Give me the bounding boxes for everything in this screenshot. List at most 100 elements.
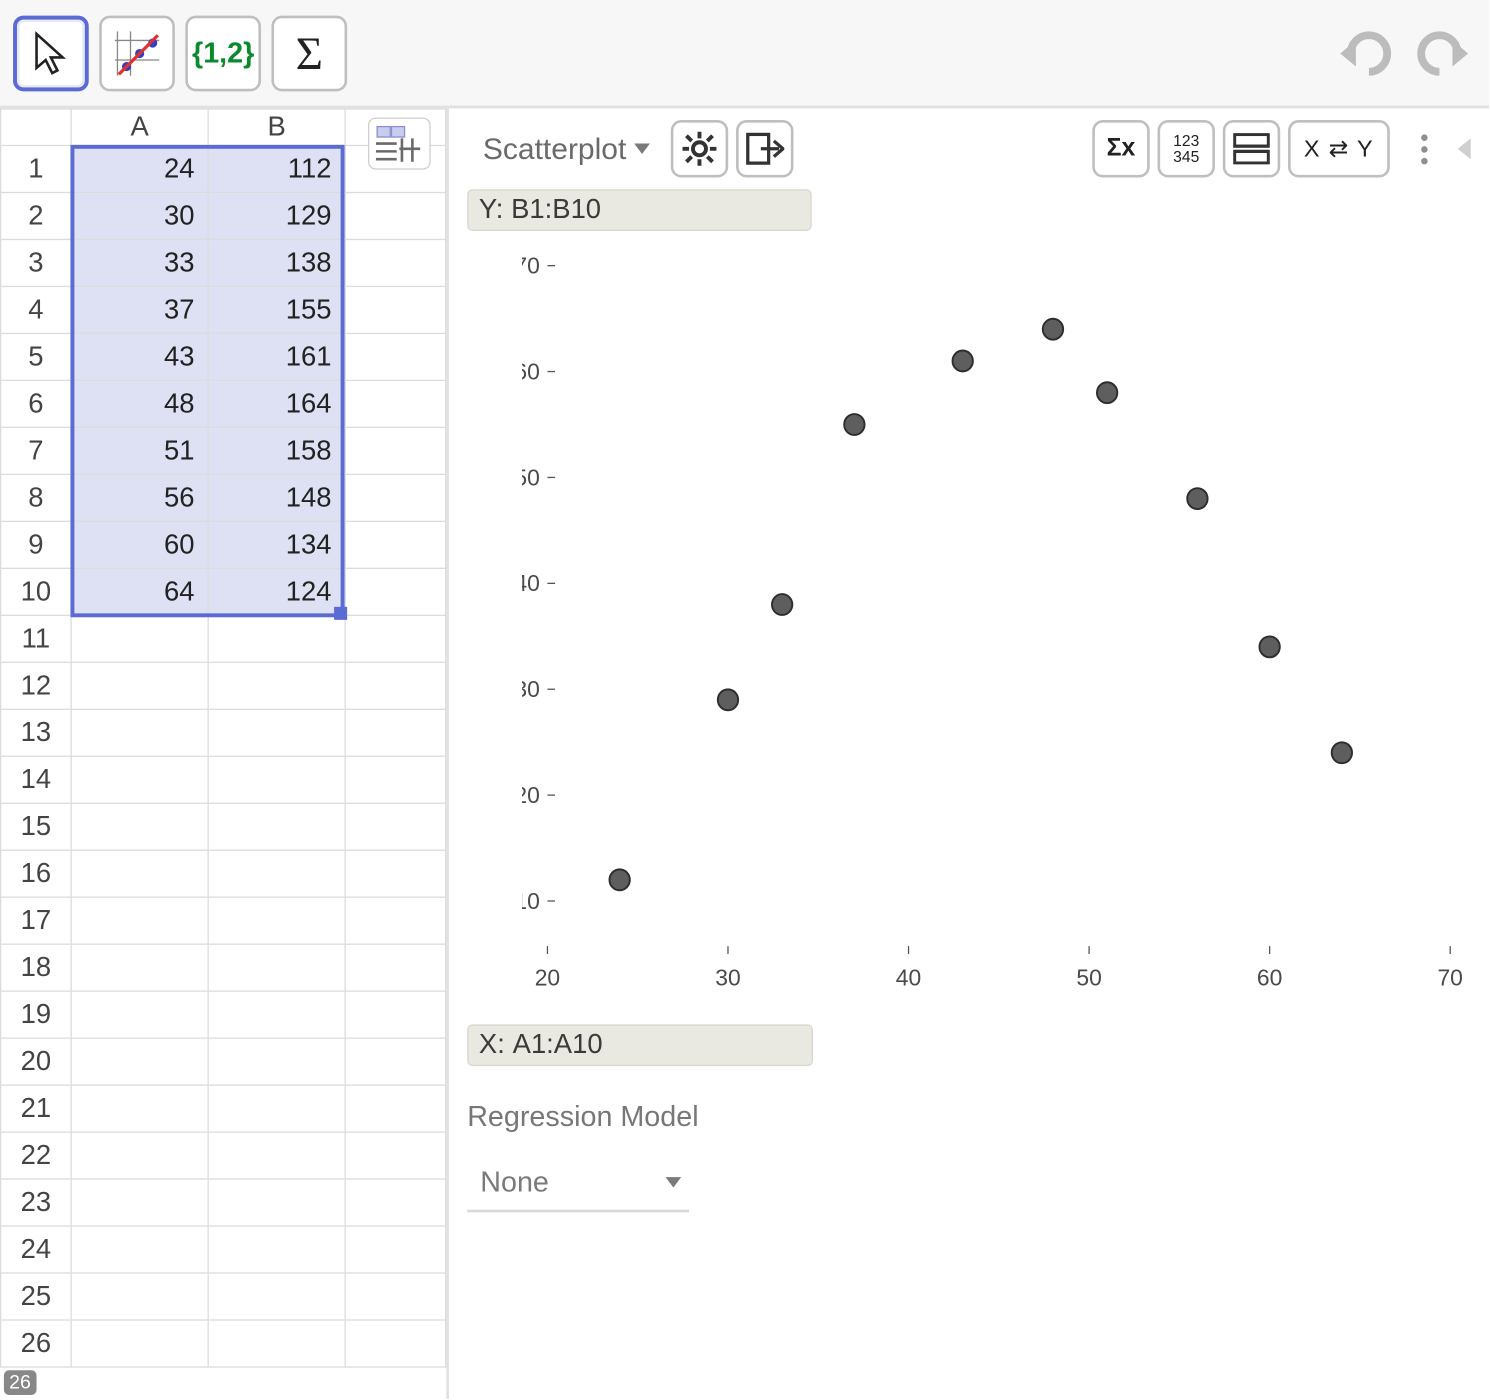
collapse-panel-button[interactable] xyxy=(1458,138,1471,159)
row-header[interactable]: 1 xyxy=(1,146,71,193)
cell[interactable]: 155 xyxy=(208,286,345,333)
cell[interactable] xyxy=(345,662,445,709)
row-header[interactable]: 18 xyxy=(1,944,71,991)
cell[interactable]: 51 xyxy=(71,427,208,474)
cell[interactable] xyxy=(208,1226,345,1273)
show-second-plot-button[interactable] xyxy=(1223,120,1280,177)
export-button[interactable] xyxy=(736,120,793,177)
cell[interactable] xyxy=(345,568,445,615)
cell[interactable] xyxy=(71,897,208,944)
cell[interactable] xyxy=(345,1179,445,1226)
cell[interactable]: 134 xyxy=(208,521,345,568)
cell[interactable]: 164 xyxy=(208,380,345,427)
cell[interactable] xyxy=(71,1226,208,1273)
cell[interactable] xyxy=(71,662,208,709)
data-point[interactable] xyxy=(1259,636,1279,657)
redo-button[interactable] xyxy=(1413,27,1476,79)
row-header[interactable]: 26 xyxy=(1,1320,71,1367)
row-header[interactable]: 19 xyxy=(1,991,71,1038)
cell[interactable] xyxy=(208,756,345,803)
data-point[interactable] xyxy=(1043,319,1063,340)
cell[interactable]: 33 xyxy=(71,239,208,286)
cell[interactable]: 148 xyxy=(208,474,345,521)
swap-xy-button[interactable]: X ⇄ Y xyxy=(1288,120,1390,177)
row-header[interactable]: 10 xyxy=(1,568,71,615)
cell[interactable] xyxy=(345,239,445,286)
cell[interactable]: 24 xyxy=(71,146,208,193)
data-point[interactable] xyxy=(1097,382,1117,403)
row-header[interactable]: 20 xyxy=(1,1038,71,1085)
cell[interactable]: 129 xyxy=(208,192,345,239)
row-header[interactable]: 11 xyxy=(1,615,71,662)
col-header-A[interactable]: A xyxy=(71,109,208,146)
row-header[interactable]: 22 xyxy=(1,1132,71,1179)
cell[interactable] xyxy=(71,709,208,756)
show-statistics-button[interactable]: Σx xyxy=(1092,120,1149,177)
show-data-button[interactable]: 123 345 xyxy=(1158,120,1215,177)
row-header[interactable]: 14 xyxy=(1,756,71,803)
regression-model-dropdown[interactable]: None xyxy=(467,1158,689,1213)
row-header[interactable]: 16 xyxy=(1,850,71,897)
row-header[interactable]: 2 xyxy=(1,192,71,239)
cell[interactable] xyxy=(208,1038,345,1085)
undo-button[interactable] xyxy=(1332,27,1395,79)
corner-cell[interactable] xyxy=(1,109,71,146)
col-header-B[interactable]: B xyxy=(208,109,345,146)
data-source-button[interactable] xyxy=(368,117,431,169)
cell[interactable] xyxy=(345,615,445,662)
cell[interactable] xyxy=(71,1085,208,1132)
row-header[interactable]: 15 xyxy=(1,803,71,850)
cell[interactable]: 43 xyxy=(71,333,208,380)
row-header[interactable]: 3 xyxy=(1,239,71,286)
row-header[interactable]: 8 xyxy=(1,474,71,521)
cell[interactable] xyxy=(71,991,208,1038)
cell[interactable] xyxy=(71,803,208,850)
cell[interactable] xyxy=(345,709,445,756)
cell[interactable] xyxy=(345,1273,445,1320)
cell[interactable] xyxy=(208,991,345,1038)
row-header[interactable]: 12 xyxy=(1,662,71,709)
data-point[interactable] xyxy=(844,414,864,435)
row-header[interactable]: 21 xyxy=(1,1085,71,1132)
x-range-badge[interactable]: X: A1:A10 xyxy=(467,1024,812,1066)
cell[interactable]: 112 xyxy=(208,146,345,193)
row-header[interactable]: 7 xyxy=(1,427,71,474)
cell[interactable] xyxy=(208,709,345,756)
cell[interactable] xyxy=(345,1226,445,1273)
cell[interactable] xyxy=(345,944,445,991)
row-header[interactable]: 5 xyxy=(1,333,71,380)
row-header[interactable]: 6 xyxy=(1,380,71,427)
more-menu-button[interactable] xyxy=(1408,134,1439,164)
cell[interactable] xyxy=(71,756,208,803)
cell[interactable] xyxy=(208,803,345,850)
cell[interactable]: 158 xyxy=(208,427,345,474)
row-header[interactable]: 4 xyxy=(1,286,71,333)
row-header[interactable]: 17 xyxy=(1,897,71,944)
cell[interactable] xyxy=(345,897,445,944)
cell[interactable] xyxy=(208,662,345,709)
data-point[interactable] xyxy=(1187,488,1207,509)
cell[interactable] xyxy=(71,944,208,991)
cell[interactable] xyxy=(345,521,445,568)
cell[interactable] xyxy=(345,756,445,803)
row-header[interactable]: 13 xyxy=(1,709,71,756)
cell[interactable] xyxy=(345,1085,445,1132)
cell[interactable] xyxy=(345,991,445,1038)
data-point[interactable] xyxy=(718,689,738,710)
cell[interactable] xyxy=(345,1132,445,1179)
data-point[interactable] xyxy=(772,594,792,615)
cell[interactable] xyxy=(208,1273,345,1320)
move-tool-button[interactable] xyxy=(13,15,89,91)
row-header[interactable]: 24 xyxy=(1,1226,71,1273)
cell[interactable] xyxy=(208,1179,345,1226)
row-header[interactable]: 23 xyxy=(1,1179,71,1226)
sum-tool-button[interactable]: Σ xyxy=(271,15,347,91)
cell[interactable] xyxy=(208,897,345,944)
cell[interactable] xyxy=(345,380,445,427)
cell[interactable] xyxy=(345,1320,445,1367)
cell[interactable]: 60 xyxy=(71,521,208,568)
cell[interactable] xyxy=(71,1179,208,1226)
cell[interactable] xyxy=(71,615,208,662)
cell[interactable] xyxy=(208,1132,345,1179)
cell[interactable] xyxy=(208,1320,345,1367)
